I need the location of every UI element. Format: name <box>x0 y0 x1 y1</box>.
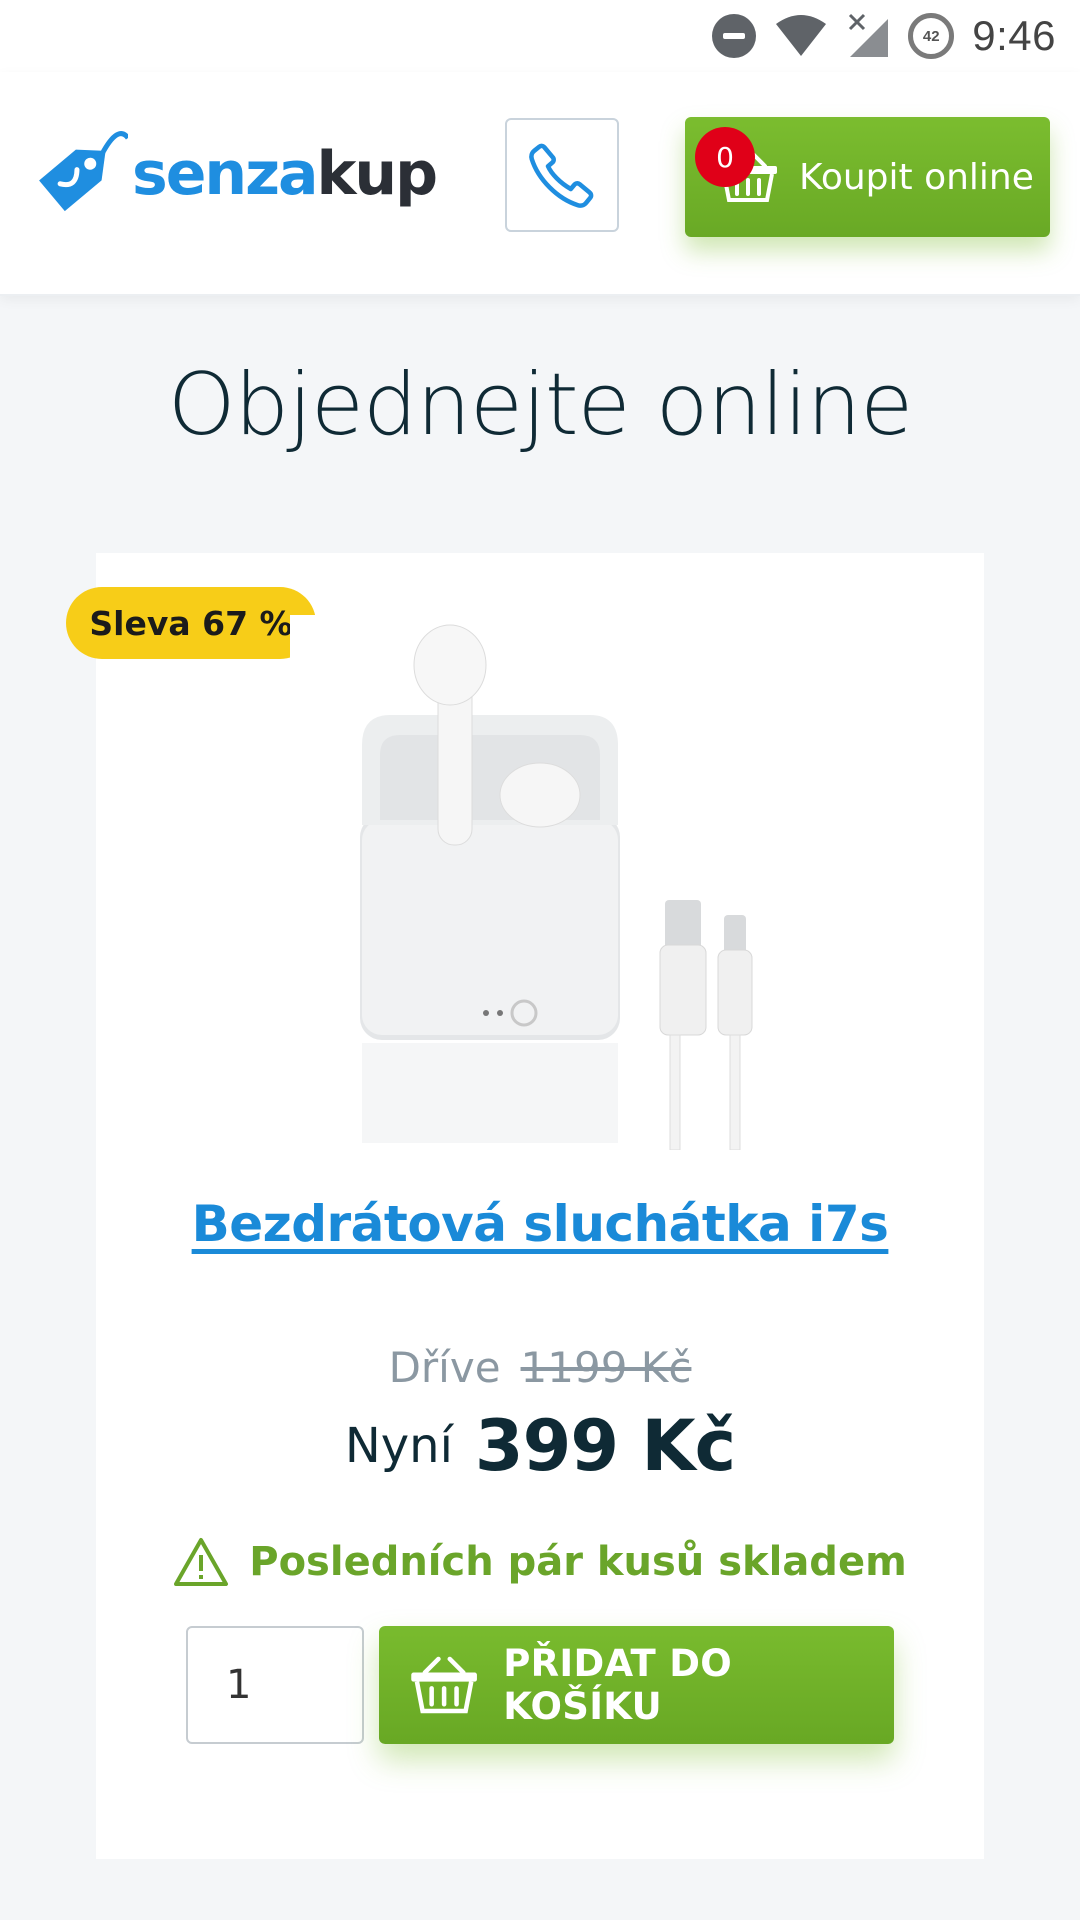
add-to-cart-button[interactable]: PŘIDAT DO KOŠÍKU <box>379 1626 894 1744</box>
status-icons: 42 9:46 <box>712 10 1056 62</box>
clock: 9:46 <box>972 12 1056 59</box>
product-image[interactable] <box>290 615 790 1150</box>
discount-badge: Sleva 67 % <box>66 587 316 659</box>
phone-icon <box>529 143 594 208</box>
stock-notice: Posledních pár kusů skladem <box>96 1537 984 1587</box>
battery-level: 42 <box>922 27 940 45</box>
status-bar: 42 9:46 <box>0 0 1080 72</box>
warning-icon <box>174 1538 229 1586</box>
old-price-label: Dříve <box>388 1343 501 1392</box>
price-tag-icon <box>39 131 128 212</box>
battery-icon: 42 <box>908 13 955 59</box>
quantity-input[interactable] <box>186 1626 364 1744</box>
current-price-value: 399 Kč <box>474 1405 736 1487</box>
current-price-label: Nyní <box>344 1418 453 1474</box>
product-title-link[interactable]: Bezdrátová sluchátka i7s <box>96 1195 984 1253</box>
phone-button[interactable] <box>505 118 619 232</box>
old-price-value: 1199 Kč <box>520 1343 692 1392</box>
cart-count-badge: 0 <box>695 127 755 187</box>
buy-online-label: Koupit online <box>799 156 1034 198</box>
old-price: Dříve 1199 Kč <box>96 1343 984 1392</box>
logo-text: senzakup <box>132 139 438 209</box>
wifi-icon <box>776 15 827 56</box>
site-header: senzakup 0 Koupit online <box>0 72 1080 296</box>
add-to-cart-label: PŘIDAT DO KOŠÍKU <box>503 1642 733 1728</box>
buy-online-button[interactable]: 0 Koupit online <box>685 117 1050 237</box>
signal-no-data-icon <box>849 13 889 57</box>
basket-icon <box>411 1656 477 1714</box>
stock-notice-text: Posledních pár kusů skladem <box>249 1539 907 1585</box>
current-price: Nyní 399 Kč <box>96 1405 984 1487</box>
page-title: Objednejte online <box>167 355 913 455</box>
senzakup-logo[interactable]: senzakup <box>28 124 438 224</box>
do-not-disturb-icon <box>712 14 757 58</box>
